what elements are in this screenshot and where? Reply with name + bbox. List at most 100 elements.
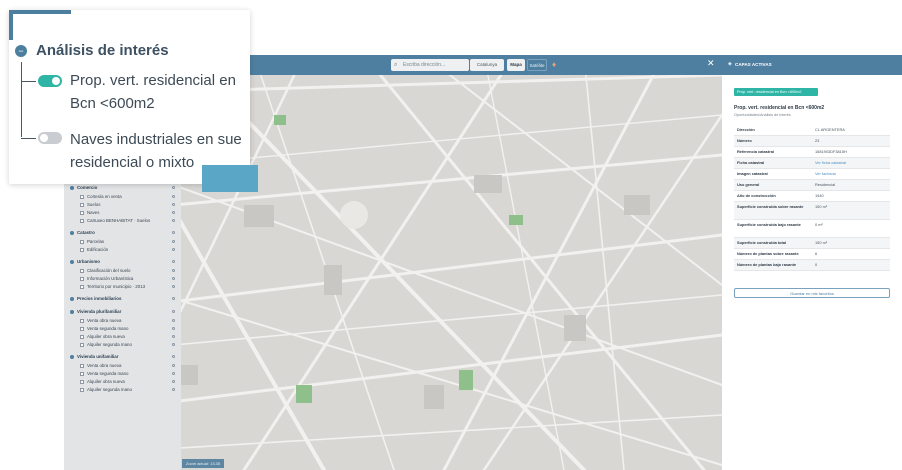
info-icon[interactable] <box>172 342 175 346</box>
attribute-key: Imagen catastral <box>737 171 768 176</box>
attribute-link[interactable]: Ver ficha catastral <box>815 160 889 165</box>
group-expand-icon[interactable] <box>70 296 74 301</box>
table-row: Superficie construida bajo rasante 0 m² <box>734 220 890 238</box>
group-expand-icon[interactable] <box>70 230 74 235</box>
layer-item-label: Cortesía en venta <box>87 194 122 199</box>
layer-checkbox[interactable] <box>80 363 84 368</box>
group-expand-icon[interactable] <box>70 185 74 190</box>
info-icon[interactable] <box>172 230 175 234</box>
layer-group-label[interactable]: Urbanismo <box>77 259 100 264</box>
info-icon[interactable] <box>172 259 175 263</box>
layer-checkbox[interactable] <box>80 239 84 244</box>
info-icon[interactable] <box>172 194 175 198</box>
layer-checkbox[interactable] <box>80 284 84 289</box>
info-icon[interactable] <box>172 371 175 375</box>
active-layers-title: CAPAS ACTIVAS <box>735 62 772 67</box>
layer-checkbox[interactable] <box>80 326 84 331</box>
toggle-knob <box>40 134 48 142</box>
info-icon[interactable] <box>172 268 175 272</box>
layer-checkbox[interactable] <box>80 202 84 207</box>
layer-item-label: Cartuxeo BENHABITAT · Suelos <box>87 218 151 223</box>
layer-item-label: Suelos <box>87 202 101 207</box>
layer-item-label: Venta obra nueva <box>87 363 122 368</box>
info-icon[interactable] <box>172 334 175 338</box>
info-icon[interactable] <box>172 185 175 189</box>
info-icon[interactable] <box>172 218 175 222</box>
info-icon[interactable] <box>172 296 175 300</box>
attribute-key: Número de plantas sobre rasante <box>737 251 799 256</box>
save-favorites-button[interactable]: Guardar en mis favoritos <box>734 288 890 298</box>
info-icon[interactable] <box>172 326 175 330</box>
satellite-view-button[interactable]: Satélite <box>527 59 547 71</box>
feature-subtitle: Oportunidades/Análisis de interés <box>734 113 791 117</box>
info-icon[interactable] <box>172 247 175 251</box>
toggle-industrial-warehouses[interactable] <box>38 132 62 144</box>
info-icon[interactable] <box>172 354 175 358</box>
info-icon[interactable] <box>172 379 175 383</box>
attribute-key: Uso general <box>737 182 760 187</box>
group-expand-icon[interactable] <box>70 354 74 359</box>
attribute-value: CL ARGENTERA <box>815 127 845 132</box>
attribute-key: Número de plantas bajo rasante <box>737 262 797 267</box>
map-view-button[interactable]: Mapa <box>507 59 525 71</box>
attribute-key: Referencia catastral <box>737 149 774 154</box>
layer-checkbox[interactable] <box>80 318 84 323</box>
layer-checkbox[interactable] <box>80 247 84 252</box>
info-icon[interactable] <box>172 318 175 322</box>
layer-group-label[interactable]: Catastro <box>77 230 95 235</box>
attribute-key: Superficie construida total <box>737 240 787 245</box>
group-expand-icon[interactable] <box>70 309 74 314</box>
layer-item-label: Alquiler segunda mano <box>87 342 132 347</box>
table-row: Año de construcción 1940 <box>734 191 890 202</box>
layer-group-label[interactable]: Comercio <box>77 185 97 190</box>
layer-checkbox[interactable] <box>80 194 84 199</box>
attribute-value: 150 m² <box>815 204 828 209</box>
info-icon[interactable] <box>172 309 175 313</box>
layer-checkbox[interactable] <box>80 342 84 347</box>
attribute-key: Superficie construida bajo rasante <box>737 222 801 227</box>
layer-checkbox[interactable] <box>80 334 84 339</box>
toggle-residential-vertical[interactable] <box>38 75 62 87</box>
attribute-key: Número <box>737 138 752 143</box>
table-row: Número 23 <box>734 136 890 147</box>
layer-checkbox[interactable] <box>80 218 84 223</box>
category-select[interactable]: Catalunya <box>470 59 504 71</box>
info-icon[interactable] <box>172 239 175 243</box>
table-row: Ficha catastral Ver ficha catastral <box>734 158 890 169</box>
feature-attributes-table: Dirección CL ARGENTERA Número 23 Referencia … <box>734 125 890 271</box>
close-icon[interactable]: ✕ <box>707 58 715 69</box>
tree-line <box>21 62 23 137</box>
location-pin-icon[interactable]: ♦ <box>552 60 558 69</box>
interest-analysis-popup: − Análisis de interés Prop. vert. reside… <box>9 10 250 184</box>
layer-checkbox[interactable] <box>80 371 84 376</box>
search-input[interactable]: ⌕ Escriba dirección... <box>391 59 469 71</box>
info-icon[interactable] <box>172 284 175 288</box>
popup-accent-top <box>9 10 71 14</box>
collapse-icon[interactable]: − <box>15 45 27 57</box>
popup-accent-corner <box>202 165 258 192</box>
layer-group-label[interactable]: Vivienda plurifamiliar <box>77 309 121 314</box>
layer-checkbox[interactable] <box>80 276 84 281</box>
info-icon[interactable] <box>172 387 175 391</box>
info-icon[interactable] <box>172 210 175 214</box>
layer-checkbox[interactable] <box>80 210 84 215</box>
tree-branch <box>21 81 36 83</box>
layer-checkbox[interactable] <box>80 268 84 273</box>
layer-group-label[interactable]: Precios inmobiliarios <box>77 296 121 301</box>
info-icon[interactable] <box>172 202 175 206</box>
layer-group-label[interactable]: Vivienda unifamiliar <box>77 354 118 359</box>
layer-item-label: Territorio por municipio · 2013 <box>87 284 146 289</box>
attribute-link[interactable]: Ver fachada <box>815 171 889 176</box>
popup-accent-left <box>9 10 13 40</box>
layer-checkbox[interactable] <box>80 387 84 392</box>
attribute-value: 23 <box>815 138 820 143</box>
info-icon[interactable] <box>172 363 175 367</box>
active-layers-panel: ◈ CAPAS ACTIVAS Prop. vert. residencial … <box>722 55 902 470</box>
active-layer-badge[interactable]: Prop. vert. residencial en Bcn <600m2 <box>734 88 818 96</box>
layer-item-label: Alquiler obra nueva <box>87 379 125 384</box>
layer-item-label: Clasificación del suelo <box>87 268 131 273</box>
layer-checkbox[interactable] <box>80 379 84 384</box>
info-icon[interactable] <box>172 276 175 280</box>
attribute-value: 1581903DF3815H <box>815 149 847 154</box>
group-expand-icon[interactable] <box>70 259 74 264</box>
